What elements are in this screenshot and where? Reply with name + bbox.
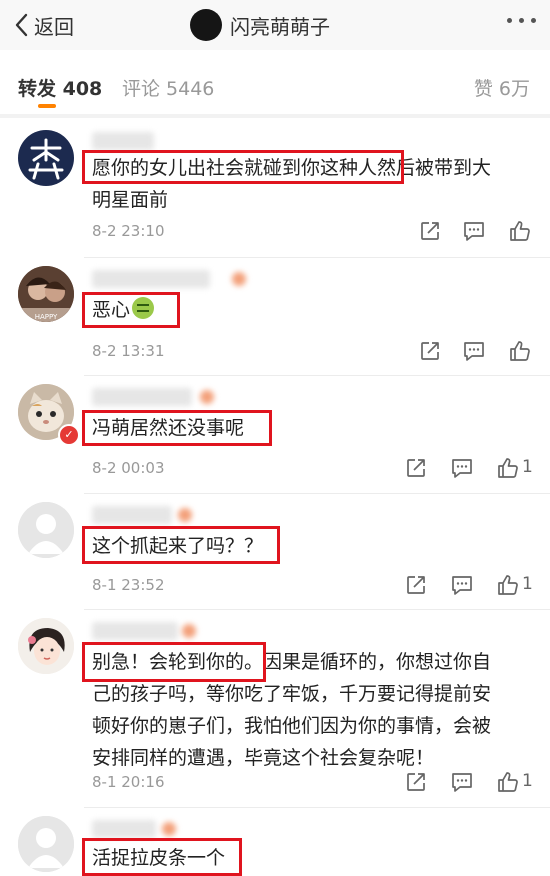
- badge-blurred: [232, 272, 246, 286]
- verified-badge-icon: ✓: [58, 424, 80, 446]
- back-label: 返回: [34, 14, 74, 39]
- list-item: 活捉拉皮条一个: [0, 808, 550, 876]
- highlight-box: [82, 838, 242, 876]
- comment-icon[interactable]: [450, 573, 474, 597]
- svg-text:HAPPY: HAPPY: [35, 313, 58, 321]
- like-icon[interactable]: [508, 219, 532, 243]
- highlight-box: [82, 292, 180, 328]
- timestamp: 8-2 13:31: [92, 342, 165, 360]
- more-icon[interactable]: [507, 18, 536, 23]
- comment-icon[interactable]: [450, 770, 474, 794]
- default-avatar-icon: [18, 502, 74, 558]
- chevron-left-icon: [15, 13, 28, 37]
- comment-icon[interactable]: [462, 219, 486, 243]
- comment-icon[interactable]: [462, 339, 486, 363]
- couple-photo-icon: HAPPY: [18, 266, 74, 322]
- page-title: 闪亮萌萌子: [230, 14, 330, 39]
- like-icon[interactable]: [496, 573, 520, 597]
- like-count: 1: [522, 457, 533, 477]
- timestamp: 8-2 23:10: [92, 222, 165, 240]
- username-blurred: [92, 132, 154, 150]
- list-item: ✓ 冯萌居然还没事呢 8-2 00:03 1: [0, 376, 550, 494]
- share-icon[interactable]: [418, 219, 442, 243]
- list-item: HAPPY 恶心 8-2 13:31: [0, 258, 550, 376]
- tab-likes[interactable]: 赞 6万: [474, 74, 530, 101]
- like-icon[interactable]: [496, 770, 520, 794]
- like-count: 1: [522, 771, 533, 791]
- active-tab-indicator: [38, 104, 56, 108]
- tab-comments[interactable]: 评论 5446: [122, 74, 214, 101]
- nav-bar: 返回 闪亮萌萌子: [0, 0, 550, 50]
- list-item: 别急！会轮到你的。因果是循环的，你想过你自 己的孩子吗，等你吃了牢饭，千万要记得…: [0, 610, 550, 808]
- tab-bar: 转发 408 评论 5446 赞 6万: [0, 60, 550, 112]
- like-icon[interactable]: [496, 456, 520, 480]
- nav-title[interactable]: 闪亮萌萌子: [190, 8, 330, 42]
- highlight-box: [82, 150, 404, 184]
- highlight-box: [82, 410, 272, 446]
- like-count: 1: [522, 574, 533, 594]
- avatar[interactable]: [18, 816, 74, 872]
- timestamp: 8-2 00:03: [92, 459, 165, 477]
- username-blurred: [92, 622, 178, 640]
- share-icon[interactable]: [404, 770, 428, 794]
- comment-icon[interactable]: [450, 456, 474, 480]
- girl-avatar-icon: [18, 618, 74, 674]
- avatar[interactable]: [18, 618, 74, 674]
- badge-blurred: [182, 624, 196, 638]
- list-item: 愿你的女儿出社会就碰到你这种人然后被带到大 明星面前 8-2 23:10: [0, 118, 550, 258]
- highlight-box: [82, 526, 280, 564]
- timestamp: 8-1 23:52: [92, 576, 165, 594]
- back-button[interactable]: 返回: [14, 10, 74, 40]
- share-icon[interactable]: [404, 573, 428, 597]
- username-blurred: [92, 820, 156, 838]
- username-blurred: [92, 270, 210, 288]
- highlight-box: [82, 642, 266, 682]
- avatar[interactable]: [18, 502, 74, 558]
- badge-blurred: [200, 390, 214, 404]
- list-item: 这个抓起来了吗？？ 8-1 23:52 1: [0, 494, 550, 610]
- username-blurred: [92, 388, 192, 406]
- username-blurred: [92, 506, 172, 524]
- calligraphy-logo-icon: [28, 138, 64, 180]
- avatar[interactable]: [18, 130, 74, 186]
- like-icon[interactable]: [508, 339, 532, 363]
- user-avatar: [190, 9, 222, 41]
- timestamp: 8-1 20:16: [92, 773, 165, 791]
- share-icon[interactable]: [418, 339, 442, 363]
- avatar[interactable]: HAPPY: [18, 266, 74, 322]
- default-avatar-icon: [18, 816, 74, 872]
- badge-blurred: [162, 822, 176, 836]
- tab-repost[interactable]: 转发 408: [18, 74, 102, 101]
- badge-blurred: [178, 508, 192, 522]
- share-icon[interactable]: [404, 456, 428, 480]
